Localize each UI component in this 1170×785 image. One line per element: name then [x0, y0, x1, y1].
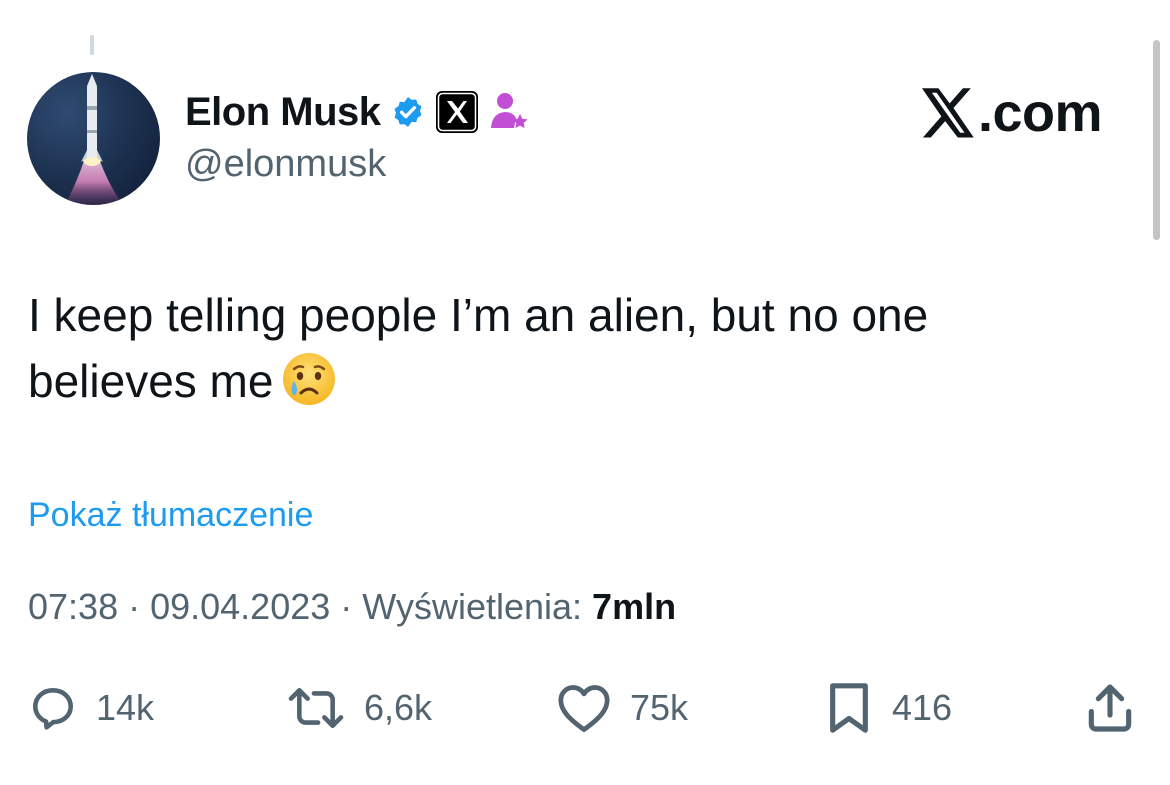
tweet-meta: 07:38 · 09.04.2023 · Wyświetlenia: 7mln	[28, 586, 676, 628]
verified-badge-icon[interactable]	[391, 95, 425, 129]
translate-link[interactable]: Pokaż tłumaczenie	[28, 496, 313, 535]
bookmark-count: 416	[892, 687, 953, 728]
share-button[interactable]	[1082, 678, 1138, 738]
meta-separator: ·	[330, 586, 363, 627]
like-button[interactable]: 75k	[556, 678, 688, 738]
heart-icon	[558, 685, 610, 732]
reply-count: 14k	[96, 687, 155, 728]
author-handle[interactable]: @elonmusk	[185, 143, 386, 186]
affiliate-person-icon[interactable]	[489, 90, 529, 134]
repost-button[interactable]: 6,6k	[286, 678, 432, 738]
brand-domain-text: .com	[977, 83, 1103, 143]
repost-count: 6,6k	[364, 687, 433, 728]
avatar[interactable]	[27, 72, 160, 205]
display-name[interactable]: Elon Musk	[185, 90, 381, 135]
brand-watermark: .com	[921, 82, 1103, 144]
tweet-page: Elon Musk @elonmusk .com I keep telling …	[0, 0, 1170, 785]
bookmark-button[interactable]: 416	[824, 678, 952, 738]
thread-line	[90, 35, 94, 55]
crying-face-emoji-icon	[281, 351, 337, 424]
rocket-launch-icon	[65, 74, 123, 205]
tweet-body: I keep telling people I’m an alien, but …	[28, 289, 929, 407]
bookmark-icon	[830, 683, 868, 733]
like-count: 75k	[630, 687, 689, 728]
x-logo-icon	[921, 88, 974, 138]
author-name-row: Elon Musk	[185, 86, 529, 138]
views-count[interactable]: 7mln	[592, 586, 676, 627]
tweet-time[interactable]: 07:38	[28, 586, 118, 627]
views-label: Wyświetlenia:	[362, 586, 583, 627]
share-icon	[1088, 684, 1132, 732]
tweet-date[interactable]: 09.04.2023	[150, 586, 330, 627]
action-bar: 14k 6,6k 75k 416	[28, 678, 1140, 738]
reply-icon	[33, 688, 74, 730]
tweet-text: I keep telling people I’m an alien, but …	[28, 282, 1108, 424]
meta-separator: ·	[118, 586, 151, 627]
reply-button[interactable]: 14k	[28, 678, 154, 738]
scrollbar[interactable]	[1153, 40, 1160, 240]
repost-icon	[288, 688, 344, 728]
x-affiliate-badge-icon[interactable]	[435, 90, 479, 134]
